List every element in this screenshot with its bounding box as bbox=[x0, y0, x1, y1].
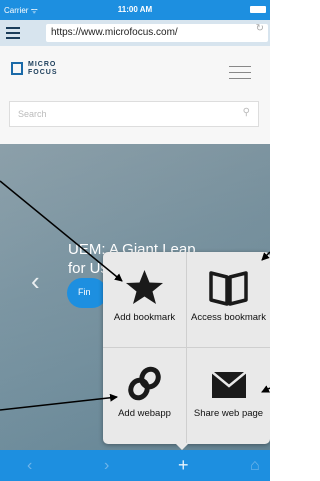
forward-icon[interactable]: › bbox=[104, 457, 109, 475]
add-bookmark-label: Add bookmark bbox=[113, 312, 176, 323]
reload-icon[interactable]: ↻ bbox=[256, 23, 264, 34]
browser-menu-icon[interactable] bbox=[6, 27, 20, 39]
hero-cta-button[interactable]: Fin bbox=[67, 278, 107, 308]
browser-toolbar: ‹ › + ⌂ bbox=[0, 450, 270, 481]
home-icon[interactable]: ⌂ bbox=[250, 457, 260, 475]
search-input[interactable]: Search ⚲ bbox=[9, 101, 259, 127]
share-web-page-button[interactable]: Share web page bbox=[187, 348, 270, 443]
battery-icon bbox=[250, 6, 266, 13]
logo-text-line1: MICRO bbox=[28, 61, 57, 68]
status-bar: Carrier ᯤ 11:00 AM bbox=[0, 0, 270, 20]
link-icon bbox=[128, 366, 161, 401]
book-icon bbox=[209, 271, 248, 306]
search-icon[interactable]: ⚲ bbox=[243, 107, 250, 118]
add-webapp-button[interactable]: Add webapp bbox=[103, 348, 186, 443]
access-bookmark-button[interactable]: Access bookmark bbox=[187, 252, 270, 347]
carousel-prev-icon[interactable]: ‹ bbox=[31, 266, 40, 297]
url-field[interactable]: https://www.microfocus.com/ bbox=[46, 24, 268, 42]
status-time: 11:00 AM bbox=[117, 5, 153, 14]
logo-text-line2: FOCUS bbox=[28, 69, 58, 76]
logo-mark-icon bbox=[11, 62, 23, 75]
hero-cta-label: Fin bbox=[78, 287, 91, 297]
site-search-bar: Search ⚲ bbox=[0, 94, 270, 144]
back-icon[interactable]: ‹ bbox=[27, 457, 32, 475]
url-text: https://www.microfocus.com/ bbox=[51, 27, 178, 38]
site-menu-icon[interactable] bbox=[229, 66, 251, 80]
search-placeholder: Search bbox=[18, 109, 47, 119]
micro-focus-logo[interactable]: MICRO FOCUS bbox=[11, 59, 71, 79]
add-webapp-label: Add webapp bbox=[118, 408, 171, 419]
plus-icon[interactable]: + bbox=[178, 455, 189, 476]
action-popup: Add bookmark Access bookmark Add webapp … bbox=[103, 252, 270, 444]
site-header: MICRO FOCUS bbox=[0, 46, 270, 94]
share-web-page-label: Share web page bbox=[193, 408, 264, 419]
star-icon bbox=[126, 270, 163, 304]
add-bookmark-button[interactable]: Add bookmark bbox=[103, 252, 186, 347]
screen: Carrier ᯤ 11:00 AM https://www.microfocu… bbox=[0, 0, 270, 481]
browser-address-bar: https://www.microfocus.com/ ↻ bbox=[0, 20, 270, 46]
envelope-icon bbox=[211, 371, 247, 398]
popup-pointer bbox=[175, 443, 189, 450]
access-bookmark-label: Access bookmark bbox=[191, 312, 266, 323]
